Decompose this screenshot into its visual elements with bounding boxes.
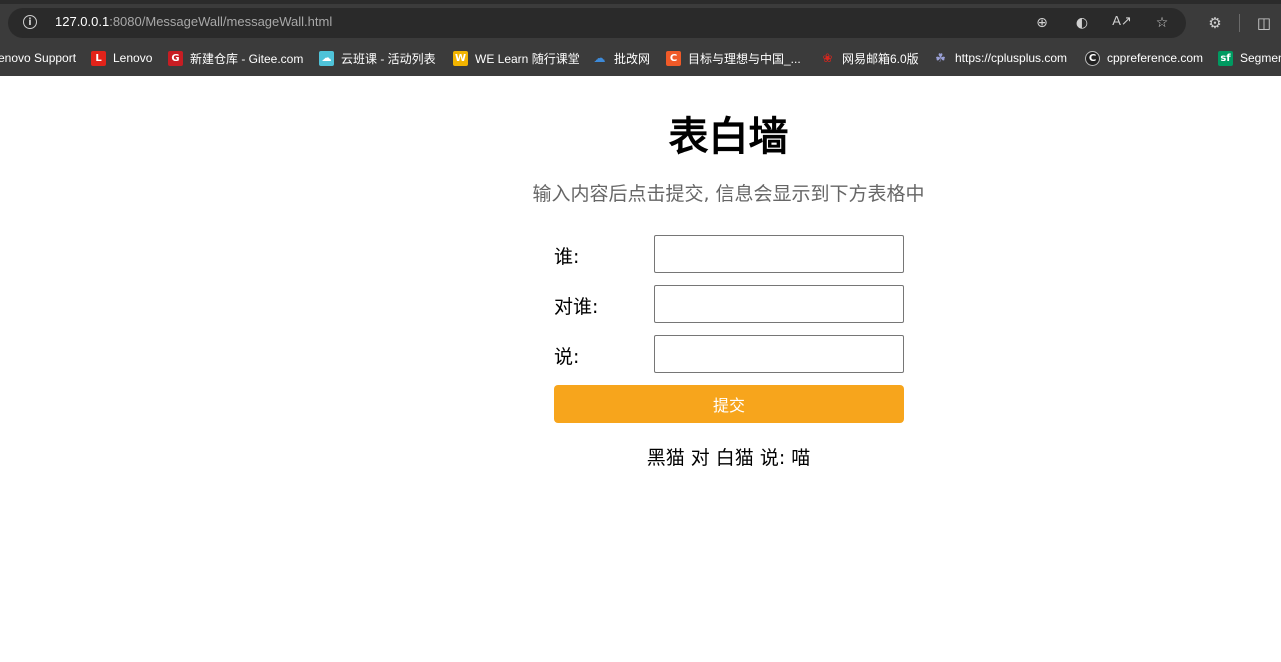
bookmark-label: 批改网 — [614, 51, 651, 66]
bookmark-label: Lenovo — [113, 51, 153, 65]
bookmarks-bar: enovo Support L Lenovo G 新建仓库 - Gitee.com … — [0, 46, 1281, 70]
form-row-to: 对谁: — [554, 285, 904, 323]
message-item: 黑猫 对 白猫 说: 喵 — [646, 447, 811, 469]
bookmark-label: 目标与理想与中国_... — [688, 51, 801, 66]
c-brand-icon: C — [666, 50, 681, 66]
welearn-icon: W — [453, 50, 468, 66]
favorite-star-icon[interactable]: ☆ — [1152, 13, 1172, 33]
bookmark-cppreference[interactable]: Ccppreference.com — [1085, 48, 1203, 68]
message-label: 说: — [554, 346, 580, 368]
bookmark-label: Segmen — [1240, 51, 1281, 65]
form-row-from: 谁: — [554, 235, 904, 273]
bookmark-gitee[interactable]: G 新建仓库 - Gitee.com — [168, 48, 303, 68]
browser-chrome: i 127.0.0.1:8080/MessageWall/messageWall… — [0, 0, 1281, 76]
submit-button[interactable]: 提交 — [554, 385, 904, 423]
netease-mail-icon: ❀ — [822, 50, 833, 65]
to-label: 对谁: — [554, 296, 599, 318]
site-info-icon[interactable]: i — [23, 15, 37, 29]
bookmark-goals[interactable]: C 目标与理想与中国_... — [666, 48, 801, 68]
read-aloud-icon[interactable]: A↗ — [1112, 13, 1132, 33]
to-input[interactable] — [654, 285, 904, 323]
bookmark-label: WE Learn 随行课堂 — [475, 51, 580, 66]
bookmark-label: enovo Support — [0, 51, 77, 65]
bookmark-welearn[interactable]: W WE Learn 随行课堂 — [453, 48, 580, 68]
page-title: 表白墙 — [668, 114, 789, 160]
segmentfault-icon: sf — [1218, 50, 1233, 66]
address-bar[interactable]: i 127.0.0.1:8080/MessageWall/messageWall… — [8, 8, 1186, 38]
bookmark-pigai[interactable]: ☁ 批改网 — [592, 48, 651, 68]
bookmark-segmentfault[interactable]: sf Segmen — [1218, 48, 1281, 68]
toolbar-separator — [1239, 14, 1240, 32]
from-input[interactable] — [654, 235, 904, 273]
message-input[interactable] — [654, 335, 904, 373]
split-screen-icon[interactable]: ◫ — [1254, 13, 1274, 33]
bookmark-cplusplus[interactable]: ☘ https://cplusplus.com — [933, 48, 1067, 68]
bookmark-lenovo-support[interactable]: enovo Support — [0, 48, 76, 68]
cloud-class-icon: ☁ — [319, 50, 334, 66]
page-subtitle: 输入内容后点击提交, 信息会显示到下方表格中 — [532, 183, 925, 205]
bookmark-label: cppreference.com — [1107, 51, 1204, 65]
bookmark-lenovo[interactable]: L Lenovo — [91, 48, 152, 68]
url-text[interactable]: 127.0.0.1:8080/MessageWall/messageWall.h… — [55, 14, 332, 29]
bookmark-cloud-class[interactable]: ☁ 云班课 - 活动列表 — [319, 48, 436, 68]
bookmark-label: 网易邮箱6.0版 — [842, 51, 919, 66]
extensions-icon[interactable]: ⚙ — [1205, 13, 1225, 33]
url-path: :8080/MessageWall/messageWall.html — [109, 14, 333, 29]
pigai-icon: ☁ — [593, 50, 606, 65]
gitee-icon: G — [168, 50, 183, 66]
bookmark-label: 云班课 - 活动列表 — [341, 51, 436, 66]
from-label: 谁: — [554, 246, 580, 268]
edge-icon[interactable]: ◐ — [1072, 13, 1092, 33]
url-host: 127.0.0.1 — [55, 14, 110, 29]
cplusplus-icon: ☘ — [935, 50, 946, 65]
form-row-message: 说: — [554, 335, 904, 373]
bookmark-label: https://cplusplus.com — [955, 51, 1068, 65]
zoom-icon[interactable]: ⊕ — [1032, 13, 1052, 33]
bookmark-netease-mail[interactable]: ❀ 网易邮箱6.0版 — [820, 48, 919, 68]
lenovo-icon: L — [91, 50, 106, 66]
cppreference-icon: C — [1085, 50, 1100, 66]
bookmark-label: 新建仓库 - Gitee.com — [190, 51, 304, 66]
window-top-edge — [0, 0, 1281, 4]
